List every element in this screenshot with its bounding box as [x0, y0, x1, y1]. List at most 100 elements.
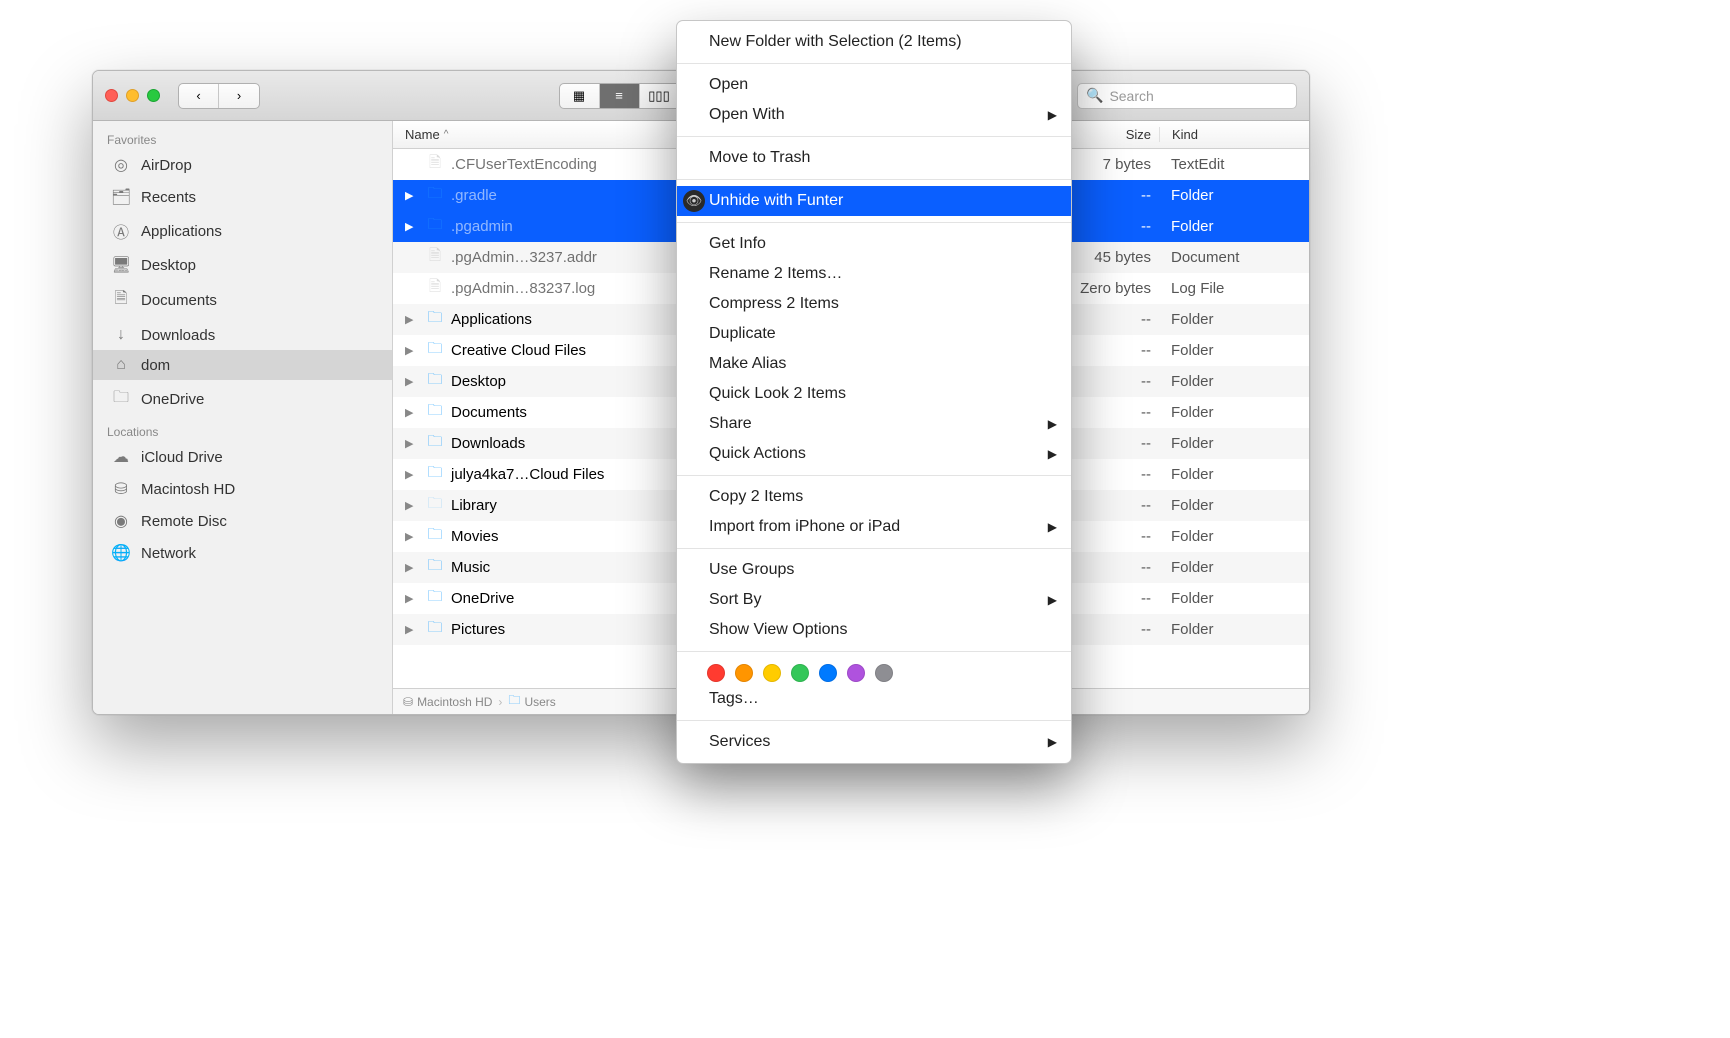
- folder-icon: 🗀: [425, 338, 445, 363]
- window-controls: [105, 89, 160, 102]
- view-list-button[interactable]: ≡: [600, 84, 640, 108]
- menu-item-open-with[interactable]: Open With▶: [677, 100, 1071, 130]
- disclosure-triangle-icon[interactable]: ▶: [405, 344, 419, 357]
- search-field[interactable]: 🔍 Search: [1077, 83, 1297, 109]
- menu-item-share[interactable]: Share▶: [677, 409, 1071, 439]
- disclosure-triangle-icon[interactable]: ▶: [405, 437, 419, 450]
- sidebar-item-onedrive[interactable]: 🗀OneDrive: [93, 380, 392, 419]
- menu-item-rename-2-items[interactable]: Rename 2 Items…: [677, 259, 1071, 289]
- sidebar-item-label: OneDrive: [141, 391, 204, 408]
- disclosure-triangle-icon[interactable]: ▶: [405, 592, 419, 605]
- folder-icon: 🗀: [425, 524, 445, 549]
- menu-item-move-to-trash[interactable]: Move to Trash: [677, 143, 1071, 173]
- menu-item-duplicate[interactable]: Duplicate: [677, 319, 1071, 349]
- menu-item-label: Unhide with Funter: [709, 190, 843, 212]
- menu-item-make-alias[interactable]: Make Alias: [677, 349, 1071, 379]
- sidebar-favorites-header: Favorites: [93, 127, 392, 149]
- sidebar-item-macintosh-hd[interactable]: ⛁Macintosh HD: [93, 473, 392, 505]
- disclosure-triangle-icon[interactable]: ▶: [405, 220, 419, 233]
- disclosure-triangle-icon[interactable]: ▶: [405, 561, 419, 574]
- sidebar-item-dom[interactable]: ⌂dom: [93, 350, 392, 380]
- search-icon: 🔍: [1086, 87, 1103, 104]
- folder-icon: 🗀: [425, 400, 445, 425]
- tag-color-dot[interactable]: [763, 664, 781, 682]
- sidebar-item-recents[interactable]: 🗂Recents: [93, 181, 392, 213]
- sidebar-item-network[interactable]: 🌐Network: [93, 537, 392, 569]
- sidebar-item-icloud-drive[interactable]: ☁iCloud Drive: [93, 441, 392, 473]
- menu-item-get-info[interactable]: Get Info: [677, 229, 1071, 259]
- tag-color-dot[interactable]: [847, 664, 865, 682]
- sidebar-item-label: Downloads: [141, 327, 215, 344]
- sidebar-item-desktop[interactable]: 🖥Desktop: [93, 249, 392, 281]
- menu-item-copy-2-items[interactable]: Copy 2 Items: [677, 482, 1071, 512]
- file-name: Desktop: [451, 373, 506, 390]
- file-name: julya4ka7…Cloud Files: [451, 466, 604, 483]
- nav-buttons: ‹ ›: [178, 83, 260, 109]
- maximize-window-button[interactable]: [147, 89, 160, 102]
- menu-item-quick-actions[interactable]: Quick Actions▶: [677, 439, 1071, 469]
- menu-separator: [677, 179, 1071, 180]
- file-name: Documents: [451, 404, 527, 421]
- disclosure-triangle-icon[interactable]: ▶: [405, 189, 419, 202]
- sort-indicator-icon: ^: [444, 129, 449, 140]
- menu-item-services[interactable]: Services▶: [677, 727, 1071, 757]
- tag-color-dot[interactable]: [791, 664, 809, 682]
- file-kind: Folder: [1159, 590, 1309, 607]
- disclosure-triangle-icon[interactable]: ▶: [405, 499, 419, 512]
- tag-color-dot[interactable]: [875, 664, 893, 682]
- sidebar-item-documents[interactable]: 🗎Documents: [93, 281, 392, 320]
- path-crumb-users[interactable]: 🗀 Users: [508, 691, 555, 712]
- submenu-arrow-icon: ▶: [1048, 589, 1057, 611]
- folder-icon: 🗀: [425, 369, 445, 394]
- sidebar-item-label: Network: [141, 545, 196, 562]
- disclosure-triangle-icon[interactable]: ▶: [405, 623, 419, 636]
- menu-item-label: Get Info: [709, 233, 766, 255]
- menu-item-label: Import from iPhone or iPad: [709, 516, 900, 538]
- sidebar-item-airdrop[interactable]: ◎AirDrop: [93, 149, 392, 181]
- file-kind: Folder: [1159, 528, 1309, 545]
- sidebar-item-applications[interactable]: ⒶApplications: [93, 213, 392, 249]
- folder-icon: 🗀: [425, 617, 445, 642]
- menu-item-tags[interactable]: Tags…: [677, 684, 1071, 714]
- file-name: .pgAdmin…3237.addr: [451, 249, 597, 266]
- disclosure-triangle-icon[interactable]: ▶: [405, 375, 419, 388]
- tag-color-dot[interactable]: [707, 664, 725, 682]
- file-name: OneDrive: [451, 590, 514, 607]
- file-kind: Folder: [1159, 435, 1309, 452]
- tag-color-dot[interactable]: [819, 664, 837, 682]
- file-kind: Folder: [1159, 559, 1309, 576]
- menu-item-label: Show View Options: [709, 619, 847, 641]
- folder-icon: 🗀: [425, 431, 445, 456]
- menu-item-unhide-with-funter[interactable]: 👁Unhide with Funter: [677, 186, 1071, 216]
- view-icons-button[interactable]: ▦: [560, 84, 600, 108]
- disclosure-triangle-icon[interactable]: ▶: [405, 530, 419, 543]
- disclosure-triangle-icon[interactable]: ▶: [405, 313, 419, 326]
- sidebar-item-label: Macintosh HD: [141, 481, 235, 498]
- tag-color-dot[interactable]: [735, 664, 753, 682]
- path-crumb-disk[interactable]: ⛁ Macintosh HD: [403, 695, 492, 709]
- disclosure-triangle-icon[interactable]: ▶: [405, 406, 419, 419]
- menu-item-quick-look-2-items[interactable]: Quick Look 2 Items: [677, 379, 1071, 409]
- menu-separator: [677, 548, 1071, 549]
- menu-item-label: Duplicate: [709, 323, 776, 345]
- sidebar-item-label: Recents: [141, 189, 196, 206]
- sidebar-item-downloads[interactable]: ↓Downloads: [93, 320, 392, 350]
- menu-item-new-folder-with-selection-2-items[interactable]: New Folder with Selection (2 Items): [677, 27, 1071, 57]
- column-kind-header[interactable]: Kind: [1159, 127, 1309, 142]
- sidebar-item-remote-disc[interactable]: ◉Remote Disc: [93, 505, 392, 537]
- menu-item-sort-by[interactable]: Sort By▶: [677, 585, 1071, 615]
- minimize-window-button[interactable]: [126, 89, 139, 102]
- file-name: .CFUserTextEncoding: [451, 156, 597, 173]
- menu-item-show-view-options[interactable]: Show View Options: [677, 615, 1071, 645]
- menu-item-compress-2-items[interactable]: Compress 2 Items: [677, 289, 1071, 319]
- nav-forward-button[interactable]: ›: [219, 84, 259, 108]
- menu-item-use-groups[interactable]: Use Groups: [677, 555, 1071, 585]
- view-columns-button[interactable]: ▯▯▯: [640, 84, 680, 108]
- menu-separator: [677, 222, 1071, 223]
- nav-back-button[interactable]: ‹: [179, 84, 219, 108]
- menu-separator: [677, 136, 1071, 137]
- close-window-button[interactable]: [105, 89, 118, 102]
- menu-item-open[interactable]: Open: [677, 70, 1071, 100]
- disclosure-triangle-icon[interactable]: ▶: [405, 468, 419, 481]
- menu-item-import-from-iphone-or-ipad[interactable]: Import from iPhone or iPad▶: [677, 512, 1071, 542]
